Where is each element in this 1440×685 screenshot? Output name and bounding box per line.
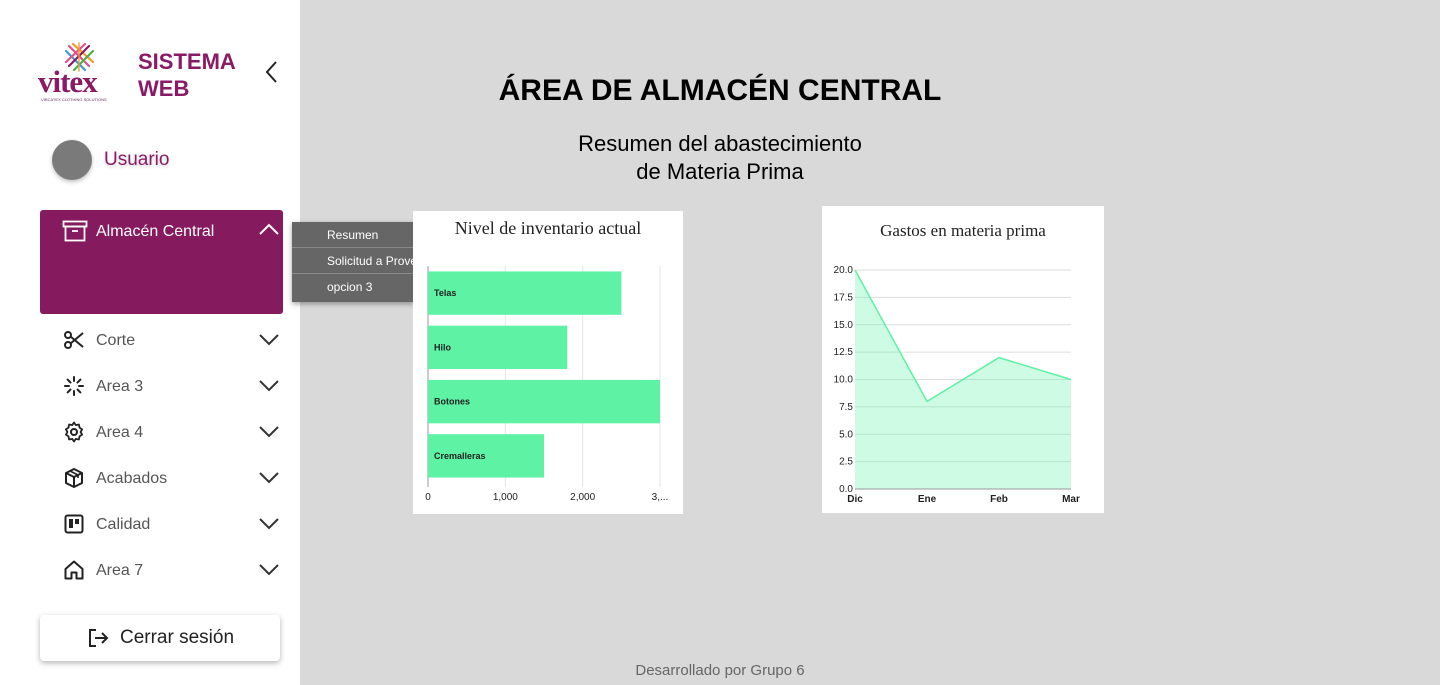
y-tick-label: 2.5 [839,457,853,468]
sidebar-item-corte[interactable]: Corte [40,324,283,356]
avatar [52,140,92,180]
sidebar-item-almacen-central[interactable]: Almacén Central [40,210,283,314]
box-icon [65,468,83,488]
bar-label: Telas [434,288,456,298]
almacen-submenu: Resumen Solicitud a Proveedor opcion 3 [292,222,414,302]
bar [428,271,622,315]
app-title: SISTEMA WEB [138,48,258,102]
sidebar-item-label: Area 7 [96,562,144,579]
footer-credit: Desarrollado por Grupo 6 [635,662,805,679]
x-tick-label: Feb [990,494,1008,505]
sidebar-item-calidad[interactable]: Calidad [40,508,283,540]
submenu-item-opcion-3[interactable]: opcion 3 [292,274,414,300]
x-tick-label: Dic [847,494,863,505]
y-tick-label: 7.5 [839,402,853,413]
logout-button[interactable]: Cerrar sesión [40,615,280,661]
y-tick-label: 5.0 [839,429,853,440]
y-tick-label: 20.0 [834,265,854,276]
submenu-item-resumen[interactable]: Resumen [292,222,414,248]
sidebar-item-label: Almacén Central [96,223,215,240]
chevron-down-icon[interactable] [258,562,280,578]
sidebar-item-label: Corte [96,332,136,349]
app-title-line2: WEB [138,76,190,101]
loader-icon [64,376,84,396]
home-icon [64,560,84,580]
bar-label: Hilo [434,342,452,352]
logo-subtext: VIRCATEX CLOTHING SOLUTIONS [41,97,107,102]
sidebar-item-label: Acabados [96,470,168,487]
subtitle-line-1: Resumen del abastecimiento [578,131,862,156]
gear-icon [65,421,83,443]
sidebar-item-label: Calidad [96,516,151,533]
sidebar: vitex VIRCATEX CLOTHING SOLUTIONS SISTEM… [0,0,300,685]
expenses-area-chart: Gastos en materia prima0.02.55.07.510.01… [834,221,1080,505]
vitex-logo: vitex VIRCATEX CLOTHING SOLUTIONS [38,40,122,104]
chevron-down-icon[interactable] [258,470,280,486]
user-profile[interactable]: Usuario [52,140,169,180]
sidebar-item-label: Area 4 [96,424,144,441]
logo-text: vitex [38,64,98,99]
chevron-left-icon[interactable] [262,60,282,84]
y-tick-label: 12.5 [834,347,854,358]
x-tick-label: 0 [425,492,431,503]
sidebar-item-acabados[interactable]: Acabados [40,462,283,494]
chevron-up-icon[interactable] [258,221,280,237]
user-name: Usuario [104,149,170,170]
x-tick-label: Mar [1062,494,1080,505]
archive-icon [62,220,88,242]
sidebar-item-area-7[interactable]: Area 7 [40,554,283,586]
chevron-down-icon[interactable] [258,516,280,532]
app-title-line1: SISTEMA [138,49,236,74]
logout-icon [88,629,109,647]
submenu-item-solicitud[interactable]: Solicitud a Proveedor [292,248,414,274]
x-tick-label: 1,000 [493,492,518,503]
y-tick-label: 15.0 [834,320,854,331]
scissors-icon [64,331,84,349]
y-tick-label: 17.5 [834,292,854,303]
subtitle-line-2: de Materia Prima [636,159,804,184]
logout-label: Cerrar sesión [119,627,235,648]
chevron-down-icon[interactable] [258,424,280,440]
x-tick-label: Ene [918,494,937,505]
board-icon [64,514,84,534]
page-subtitle: Resumen del abastecimiento de Materia Pr… [480,130,960,186]
x-tick-label: 3,... [652,492,669,503]
sidebar-item-area-4[interactable]: Area 4 [40,416,283,448]
sidebar-item-area-3[interactable]: Area 3 [40,370,283,402]
bar-label: Cremalleras [434,451,486,461]
chart-title: Gastos en materia prima [880,221,1046,240]
bar-label: Botones [434,397,470,407]
chart-title: Nivel de inventario actual [455,218,641,238]
inventory-chart-card: Nivel de inventario actual 0 1,000 2,000 3,.… [413,211,683,514]
inventory-bar-chart: Nivel de inventario actual 0 1,000 2,000 3,.… [425,218,669,503]
page-title: ÁREA DE ALMACÉN CENTRAL [498,74,942,107]
x-tick-label: 2,000 [570,492,595,503]
brand: vitex VIRCATEX CLOTHING SOLUTIONS SISTEM… [38,40,288,104]
chevron-down-icon[interactable] [258,378,280,394]
chevron-down-icon[interactable] [258,332,280,348]
expenses-chart-card: Gastos en materia prima 0.0 2.5 5.0 7.5 10.0 1… [822,206,1104,513]
y-tick-label: 10.0 [834,375,854,386]
sidebar-item-label: Area 3 [96,378,144,395]
